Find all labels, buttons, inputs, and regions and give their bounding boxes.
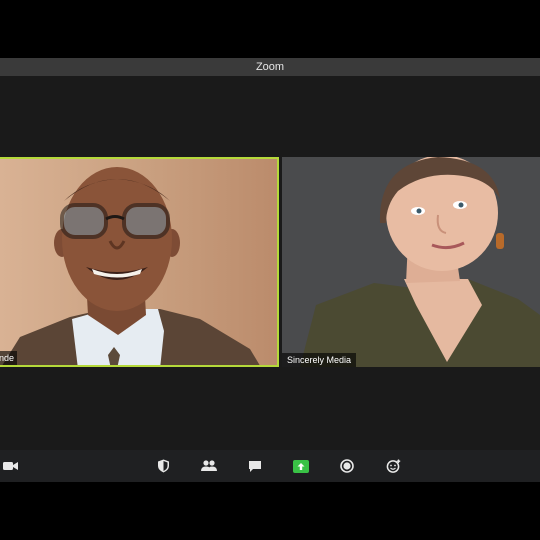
window-title: Zoom: [255, 61, 285, 73]
screen: Zoom nde Sincerely Media: [0, 0, 540, 540]
participant-tile-active-speaker[interactable]: nde: [0, 157, 279, 367]
participant-name-label: Sincerely Media: [282, 353, 357, 367]
video-camera-icon: [3, 462, 18, 470]
participants-icon: [201, 460, 217, 471]
shield-icon: [157, 459, 169, 473]
participant-name-label: nde: [0, 351, 17, 365]
participants-button[interactable]: [200, 457, 218, 475]
chat-button[interactable]: [246, 457, 264, 475]
meeting-toolbar: [0, 450, 540, 482]
gallery-view: nde Sincerely Media: [0, 76, 540, 450]
participant-video-feed: [0, 159, 277, 365]
participant-tile[interactable]: Sincerely Media: [282, 157, 540, 367]
participant-video-feed: [282, 157, 540, 367]
share-screen-icon: [293, 459, 309, 473]
security-button[interactable]: [154, 457, 172, 475]
record-button[interactable]: [338, 457, 356, 475]
reactions-button[interactable]: [384, 457, 402, 475]
chat-bubble-icon: [249, 460, 261, 472]
record-icon: [340, 459, 354, 473]
share-screen-button[interactable]: [292, 457, 310, 475]
reactions-icon: [386, 459, 400, 473]
zoom-window: Zoom nde Sincerely Media: [0, 58, 540, 482]
video-button[interactable]: [2, 457, 20, 475]
window-title-bar: Zoom: [0, 58, 540, 76]
